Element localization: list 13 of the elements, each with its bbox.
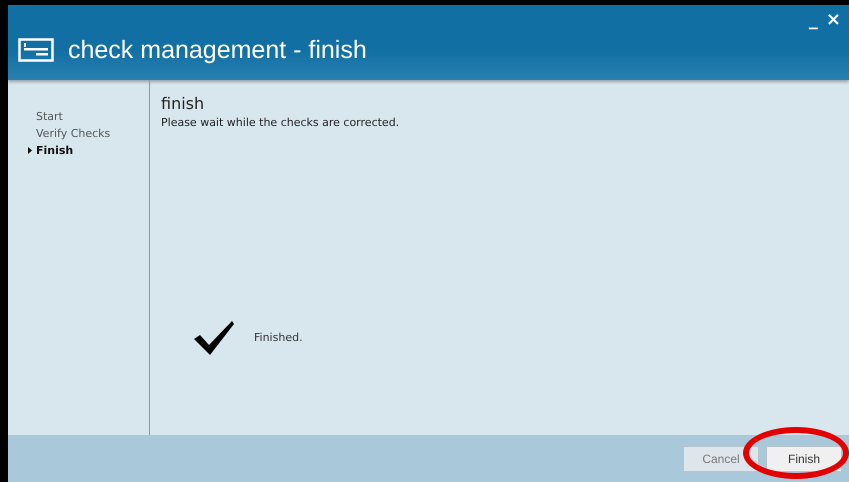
window-title: check management - finish — [68, 35, 367, 65]
step-item: Finish — [36, 143, 74, 159]
minimize-button[interactable]: _ — [808, 11, 818, 35]
status-text: Finished. — [254, 330, 303, 346]
page-message: Please wait while the checks are corrected. — [161, 115, 400, 132]
finish-button[interactable]: Finish — [766, 446, 842, 472]
step-item: Start — [36, 109, 63, 125]
check-icon — [18, 38, 54, 62]
page-heading: finish — [161, 94, 206, 114]
close-button[interactable]: × — [826, 11, 841, 35]
triangle-icon — [28, 147, 32, 154]
checkmark-icon — [194, 321, 234, 355]
step-item: Verify Checks — [36, 126, 110, 142]
